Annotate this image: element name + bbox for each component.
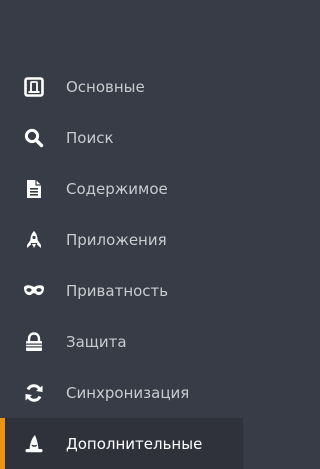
sidebar-item-general[interactable]: Основные bbox=[0, 61, 243, 112]
document-icon bbox=[23, 178, 45, 200]
search-icon bbox=[23, 127, 45, 149]
sidebar-item-label: Поиск bbox=[66, 128, 114, 147]
sidebar-item-advanced[interactable]: Дополнительные bbox=[0, 418, 243, 469]
mask-icon bbox=[23, 280, 45, 302]
sidebar-item-label: Синхронизация bbox=[66, 383, 190, 402]
sidebar-item-search[interactable]: Поиск bbox=[0, 112, 243, 163]
lock-icon bbox=[23, 331, 45, 353]
sidebar-item-label: Защита bbox=[66, 332, 127, 351]
sidebar-item-label: Приватность bbox=[66, 281, 169, 300]
selection-indicator bbox=[0, 418, 5, 469]
category-nav: Основные Поиск Содержимое Приложения При… bbox=[0, 61, 243, 469]
sidebar-item-content[interactable]: Содержимое bbox=[0, 163, 243, 214]
rocket-icon bbox=[23, 229, 45, 251]
sidebar-item-label: Дополнительные bbox=[66, 434, 203, 453]
wizard-hat-icon bbox=[23, 433, 45, 455]
preferences-sidebar: Основные Поиск Содержимое Приложения При… bbox=[0, 0, 243, 469]
sidebar-item-applications[interactable]: Приложения bbox=[0, 214, 243, 265]
sidebar-item-label: Основные bbox=[66, 77, 145, 96]
sync-icon bbox=[23, 382, 45, 404]
sidebar-item-label: Содержимое bbox=[66, 179, 168, 198]
sidebar-item-security[interactable]: Защита bbox=[0, 316, 243, 367]
sidebar-item-sync[interactable]: Синхронизация bbox=[0, 367, 243, 418]
sidebar-item-privacy[interactable]: Приватность bbox=[0, 265, 243, 316]
general-icon bbox=[23, 76, 45, 98]
sidebar-item-label: Приложения bbox=[66, 230, 167, 249]
